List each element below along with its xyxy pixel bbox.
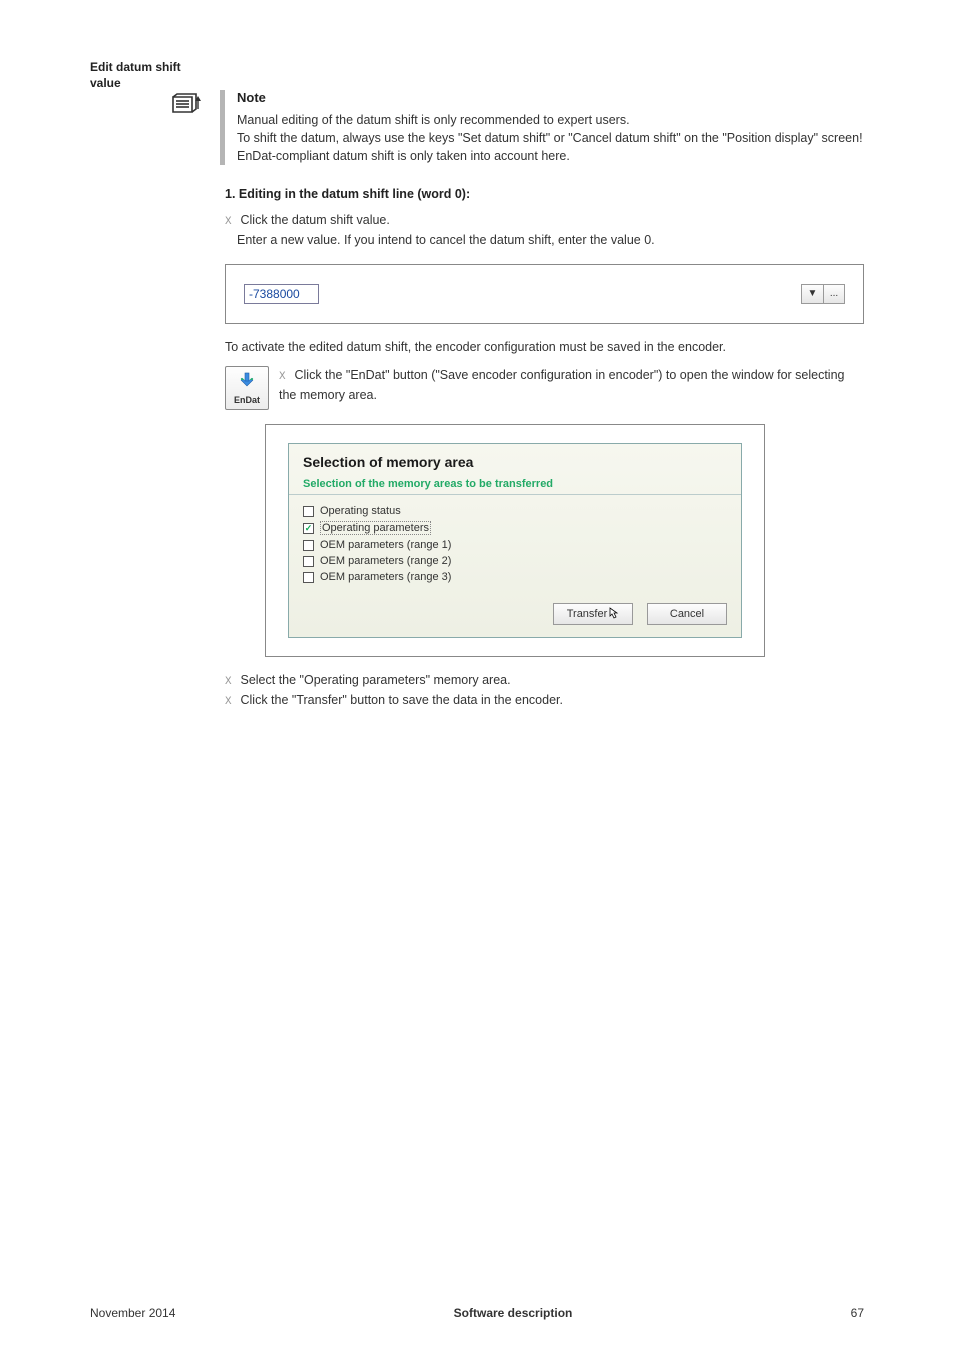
memory-item-oem-range-2[interactable]: OEM parameters (range 2): [303, 553, 727, 569]
transfer-button[interactable]: Transfer: [553, 603, 633, 625]
note-heading: Note: [237, 90, 864, 105]
item-label: Operating status: [320, 505, 401, 517]
endat-button-label: EnDat: [234, 395, 260, 405]
endat-instruction: Click the "EnDat" button ("Save encoder …: [279, 368, 845, 402]
dialog-figure: Selection of memory area Selection of th…: [265, 424, 765, 657]
item-label: OEM parameters (range 2): [320, 555, 451, 567]
value-controls: ▼ ...: [801, 284, 845, 304]
item-label: OEM parameters (range 3): [320, 571, 451, 583]
checkbox-icon: [303, 506, 314, 517]
step2-text: Enter a new value. If you intend to canc…: [237, 233, 655, 247]
step1-text: Click the datum shift value.: [240, 213, 389, 227]
page-footer: November 2014 Software description 67: [90, 1306, 864, 1320]
chevron-down-icon: ▼: [808, 288, 818, 299]
value-row: -7388000 ▼ ...: [244, 281, 845, 307]
note-body: Note Manual editing of the datum shift i…: [220, 90, 864, 165]
dialog-title: Selection of memory area: [289, 444, 741, 472]
page: Edit datum shift value: [0, 0, 954, 1350]
footer-title: Software description: [454, 1306, 573, 1320]
cancel-label: Cancel: [670, 608, 704, 620]
checkbox-icon: [303, 572, 314, 583]
side-heading: Edit datum shift value: [90, 60, 190, 91]
dialog-buttons: Transfer Cancel: [289, 595, 741, 637]
memory-area-dialog: Selection of memory area Selection of th…: [288, 443, 742, 638]
note-icon: [170, 92, 204, 121]
step-marker: X: [225, 674, 237, 691]
footer-page-number: 67: [851, 1306, 864, 1320]
memory-item-oem-range-1[interactable]: OEM parameters (range 1): [303, 537, 727, 553]
memory-item-operating-parameters[interactable]: Operating parameters: [303, 519, 727, 537]
note-icon-wrap: [170, 90, 220, 121]
step-marker: X: [279, 369, 291, 386]
closing-step-2: X Click the "Transfer" button to save th…: [225, 691, 864, 711]
endat-row: EnDat X Click the "EnDat" button ("Save …: [225, 366, 864, 410]
checkbox-checked-icon: [303, 523, 314, 534]
cursor-icon: [609, 607, 619, 622]
endat-instruction-wrap: X Click the "EnDat" button ("Save encode…: [279, 366, 864, 404]
memory-item-oem-range-3[interactable]: OEM parameters (range 3): [303, 569, 727, 585]
dialog-subtitle: Selection of the memory areas to be tran…: [289, 472, 741, 495]
transfer-label: Transfer: [567, 608, 608, 620]
item-label: OEM parameters (range 1): [320, 539, 451, 551]
datum-shift-input[interactable]: -7388000: [244, 284, 319, 304]
ellipsis-button[interactable]: ...: [823, 284, 845, 304]
endat-button[interactable]: EnDat: [225, 366, 269, 410]
download-arrow-icon: [237, 372, 257, 395]
step-marker: X: [225, 214, 237, 231]
value-input-figure: -7388000 ▼ ...: [225, 264, 864, 324]
section-heading: 1. Editing in the datum shift line (word…: [225, 187, 864, 201]
checkbox-icon: [303, 556, 314, 567]
step-line-1: X Click the datum shift value.: [225, 211, 864, 231]
memory-item-operating-status[interactable]: Operating status: [303, 503, 727, 519]
ellipsis-icon: ...: [830, 288, 838, 299]
checkbox-icon: [303, 540, 314, 551]
step-line-2: Enter a new value. If you intend to canc…: [225, 231, 864, 250]
footer-date: November 2014: [90, 1306, 175, 1320]
activate-paragraph: To activate the edited datum shift, the …: [225, 338, 864, 357]
item-label: Operating parameters: [320, 521, 431, 535]
closing-step-2-text: Click the "Transfer" button to save the …: [240, 693, 563, 707]
cancel-button[interactable]: Cancel: [647, 603, 727, 625]
dropdown-button[interactable]: ▼: [801, 284, 823, 304]
note-block: Note Manual editing of the datum shift i…: [225, 90, 864, 165]
step-marker: X: [225, 694, 237, 711]
closing-step-1-text: Select the "Operating parameters" memory…: [240, 673, 510, 687]
dialog-list: Operating status Operating parameters OE…: [289, 495, 741, 595]
main-content: Note Manual editing of the datum shift i…: [225, 90, 864, 710]
note-text: Manual editing of the datum shift is onl…: [237, 111, 864, 165]
closing-step-1: X Select the "Operating parameters" memo…: [225, 671, 864, 691]
